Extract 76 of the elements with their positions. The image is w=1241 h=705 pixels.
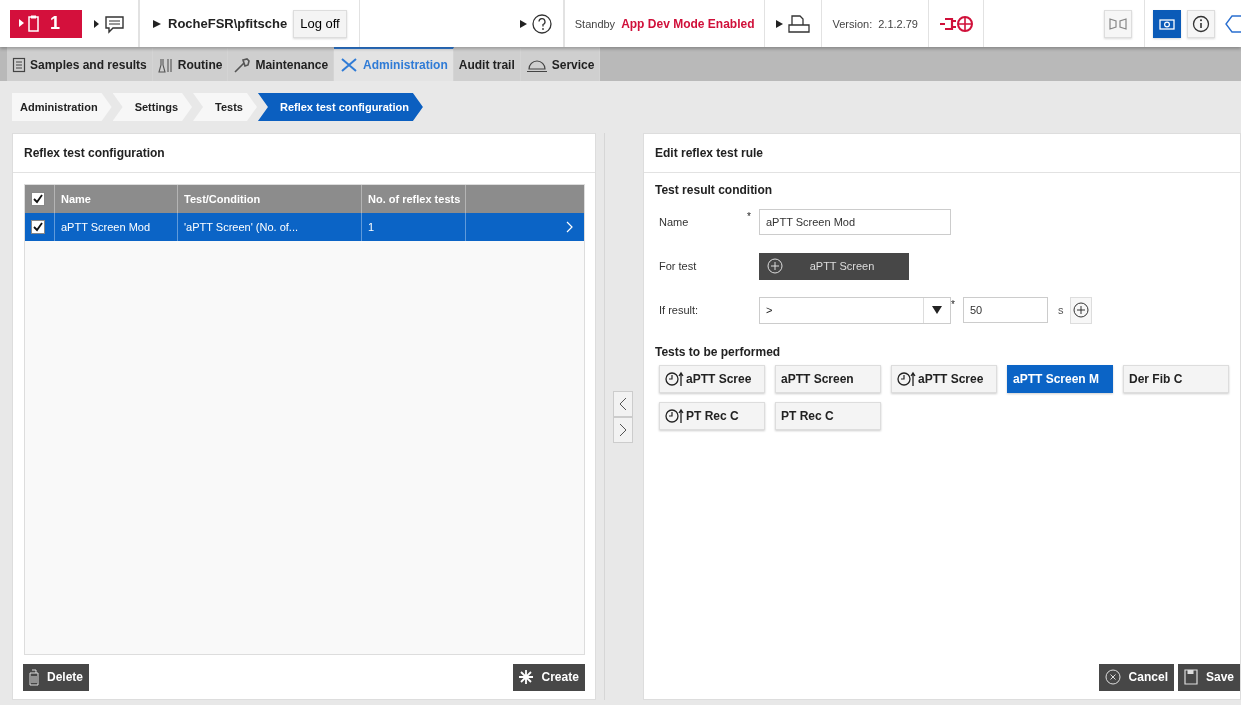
save-button[interactable]: Save: [1177, 663, 1240, 691]
section-title: Tests to be performed: [655, 345, 782, 359]
nav-tab[interactable]: Audit trail: [453, 47, 521, 81]
test-chip[interactable]: aPTT Scree: [659, 365, 765, 393]
result-value-field[interactable]: 50: [963, 297, 1048, 323]
create-button[interactable]: Create: [513, 663, 585, 691]
chevron-left-icon: [618, 396, 627, 411]
asterisk-icon: [519, 670, 534, 684]
printer-icon[interactable]: [775, 12, 812, 35]
info-icon: [1192, 14, 1210, 33]
plug-globe-icon: [939, 13, 973, 34]
nav-tab[interactable]: Maintenance: [228, 47, 335, 81]
breadcrumb-item[interactable]: Tests: [193, 93, 257, 121]
test-chip[interactable]: aPTT Scree: [891, 365, 997, 393]
table-row[interactable]: aPTT Screen Mod 'aPTT Screen' (No. of... 1: [25, 213, 584, 241]
panel-title: Edit reflex test rule: [644, 134, 1240, 173]
collapse-left-button[interactable]: [612, 390, 633, 417]
cancel-circle-icon: [1104, 669, 1121, 685]
breadcrumb-item[interactable]: Reflex test configuration: [257, 93, 423, 121]
user-name: RocheFSR\pfitsche: [168, 16, 288, 31]
alarm-button[interactable]: 1: [10, 9, 82, 38]
test-chip[interactable]: Der Fib C: [1123, 365, 1229, 393]
name-field[interactable]: aPTT Screen Mod: [759, 209, 951, 235]
field-label: For test: [658, 260, 698, 272]
operator-dropdown[interactable]: >: [759, 296, 951, 324]
test-chip[interactable]: PT Rec C: [659, 402, 765, 430]
clock-arrow-icon: [897, 371, 917, 387]
required-mark: *: [747, 211, 752, 222]
chevron-right-icon: [565, 221, 574, 233]
clipboard-icon: [18, 13, 40, 34]
collapse-right-button[interactable]: [612, 416, 633, 443]
dropdown-arrow-icon: [932, 306, 942, 314]
nav-tab[interactable]: Samples and results: [7, 47, 153, 81]
unit-label: s: [1058, 304, 1064, 316]
add-circle-icon: [1072, 302, 1089, 318]
chevron-right-icon: [618, 422, 627, 437]
add-condition-button[interactable]: [1069, 296, 1092, 324]
document-icon: [12, 57, 26, 73]
screenshot-button[interactable]: [1153, 9, 1181, 38]
for-test-button[interactable]: aPTT Screen: [759, 252, 909, 280]
required-mark: *: [951, 299, 956, 310]
section-title: Test result condition: [655, 183, 774, 197]
test-chip[interactable]: PT Rec C: [775, 402, 881, 430]
wrench-icon: [233, 57, 252, 73]
test-chip[interactable]: aPTT Screen: [775, 365, 881, 393]
field-label: If result:: [658, 304, 700, 316]
select-all-checkbox[interactable]: [31, 192, 45, 206]
split-icon: [1108, 15, 1128, 32]
table-cell: 'aPTT Screen' (No. of...: [184, 221, 299, 233]
table-cell: aPTT Screen Mod: [61, 221, 151, 233]
nav-tab[interactable]: Service: [520, 47, 601, 81]
test-chip[interactable]: aPTT Screen M: [1007, 365, 1113, 393]
flask-icon: [157, 57, 174, 73]
service-bell-icon: [525, 57, 548, 73]
breadcrumb-item[interactable]: Administration: [12, 93, 112, 121]
field-label: Name: [658, 216, 690, 228]
mode-text: App Dev Mode Enabled: [621, 16, 755, 31]
panel-toggle-button[interactable]: [1104, 9, 1132, 38]
delete-button[interactable]: Delete: [23, 663, 90, 691]
info-button[interactable]: [1187, 9, 1215, 38]
log-off-button[interactable]: Log off: [293, 9, 347, 38]
table-cell: 1: [368, 221, 375, 233]
play-icon: [152, 18, 162, 29]
version-number: 2.1.2.79: [878, 17, 918, 30]
row-checkbox[interactable]: [31, 220, 45, 234]
clock-arrow-icon: [665, 371, 685, 387]
nav-tab[interactable]: Routine: [152, 47, 229, 81]
help-icon[interactable]: [518, 12, 553, 35]
status-text: Standby: [574, 17, 616, 30]
logo-icon: [1225, 13, 1241, 34]
clock-arrow-icon: [665, 408, 685, 424]
panel-title: Reflex test configuration: [13, 134, 595, 173]
cancel-button[interactable]: Cancel: [1098, 663, 1174, 691]
add-circle-icon: [767, 258, 783, 274]
version-label: Version:: [832, 17, 873, 30]
breadcrumb-item[interactable]: Settings: [112, 93, 193, 121]
